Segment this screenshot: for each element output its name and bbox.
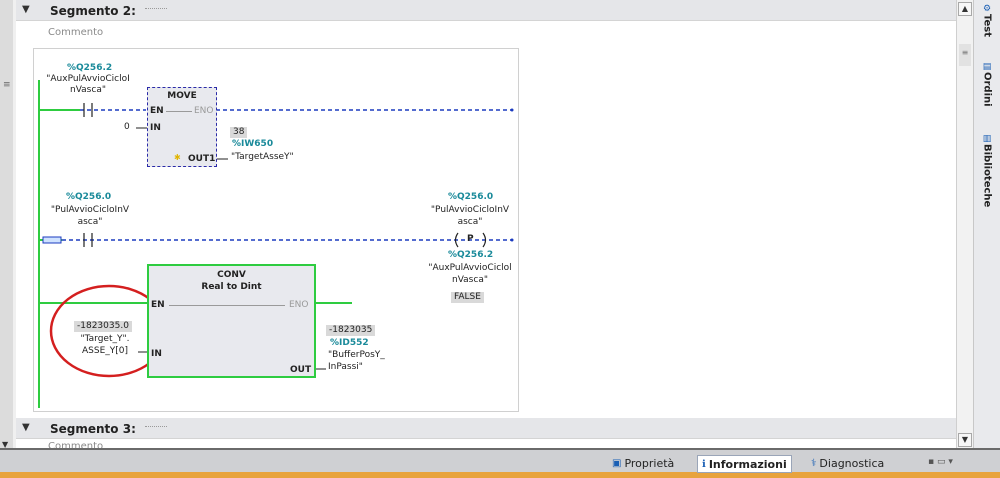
conv-out-pin: OUT bbox=[290, 365, 312, 375]
library-icon: ▥ bbox=[982, 134, 992, 144]
conv-en-pin: EN bbox=[151, 300, 165, 310]
move-out-value: 38 bbox=[230, 127, 248, 138]
rung-2-end-dot bbox=[510, 238, 514, 242]
coil-symbol-line1[interactable]: "PulAvvioCicloInV bbox=[424, 206, 516, 215]
conv-in-pin: IN bbox=[151, 349, 162, 359]
coil-type-label: P bbox=[467, 234, 474, 244]
tab-ordini[interactable]: ▤ Ordini bbox=[974, 62, 1000, 107]
conv-out-value: -1823035 bbox=[326, 325, 376, 336]
tab-diagnostica[interactable]: ⚕ Diagnostica bbox=[807, 455, 888, 471]
conv-out-address[interactable]: %ID552 bbox=[330, 339, 369, 348]
coil-symbol-line2[interactable]: asca" bbox=[424, 218, 516, 227]
move-out-symbol[interactable]: "TargetAsseY" bbox=[231, 153, 294, 162]
tab-biblioteche[interactable]: ▥ Biblioteche bbox=[974, 134, 1000, 207]
move-en-eno-line bbox=[166, 111, 192, 112]
move-block[interactable]: MOVE EN ENO IN ✱ OUT1 bbox=[147, 87, 217, 167]
diagnostics-icon: ⚕ bbox=[811, 457, 817, 469]
conv-subtitle: Real to Dint bbox=[201, 282, 262, 292]
tab-test-label: Test bbox=[981, 14, 993, 38]
coil-address[interactable]: %Q256.0 bbox=[448, 193, 493, 202]
tab-ordini-label: Ordini bbox=[981, 72, 993, 107]
conv-in-symbol-line1[interactable]: "Target_Y". bbox=[60, 335, 150, 344]
segment-3-title-field[interactable] bbox=[145, 426, 167, 427]
add-output-icon[interactable]: ✱ bbox=[174, 154, 181, 162]
contact-2-symbol-line1[interactable]: "PulAvvioCicloInV bbox=[44, 206, 136, 215]
contact-2-symbol-line2[interactable]: asca" bbox=[44, 218, 136, 227]
scroll-up-icon[interactable]: ▲ bbox=[958, 2, 972, 16]
tab-proprieta-label: Proprietà bbox=[624, 456, 675, 470]
rung-2-selected-wire bbox=[42, 236, 62, 244]
rung-1-end-dot bbox=[510, 108, 514, 112]
tab-proprieta[interactable]: ▣ Proprietà bbox=[608, 455, 678, 471]
tab-test[interactable]: ⚙ Test bbox=[974, 4, 1000, 37]
tab-informazioni-label: Informazioni bbox=[708, 457, 787, 471]
coil-aux-symbol-line2[interactable]: nVasca" bbox=[424, 276, 516, 285]
contact-2-address[interactable]: %Q256.0 bbox=[66, 193, 111, 202]
scroll-thumb[interactable]: ≡ bbox=[959, 44, 971, 66]
conv-block[interactable]: CONV Real to Dint EN ENO IN OUT bbox=[147, 264, 316, 378]
move-in-value[interactable]: 0 bbox=[124, 123, 130, 132]
move-en-pin: EN bbox=[150, 106, 164, 116]
conv-in-symbol-line2[interactable]: ASSE_Y[0] bbox=[60, 347, 150, 356]
conv-en-eno-line bbox=[169, 305, 285, 306]
contact-1-address[interactable]: %Q256.2 bbox=[67, 64, 112, 73]
coil-state-value: FALSE bbox=[451, 292, 484, 303]
conv-in-value: -1823035.0 bbox=[74, 321, 132, 332]
segment-3-title: Segmento 3: bbox=[50, 422, 136, 436]
coil-aux-address[interactable]: %Q256.2 bbox=[448, 251, 493, 260]
conv-out-symbol-line2[interactable]: InPassi" bbox=[328, 363, 363, 372]
tab-diagnostica-label: Diagnostica bbox=[819, 456, 885, 470]
properties-icon: ▣ bbox=[612, 457, 622, 469]
orders-icon: ▤ bbox=[982, 62, 992, 72]
info-icon: ℹ bbox=[702, 458, 706, 470]
test-icon: ⚙ bbox=[982, 4, 992, 14]
collapse-triangle-icon[interactable]: ▼ bbox=[22, 422, 30, 433]
move-in-pin: IN bbox=[150, 123, 161, 133]
move-out-pin: OUT1 bbox=[188, 154, 216, 164]
task-card-tabs: ⚙ Test ▤ Ordini ▥ Biblioteche bbox=[973, 0, 1000, 448]
contact-1-symbol-line1[interactable]: "AuxPulAvvioCicloI bbox=[44, 75, 132, 84]
segment-3-header[interactable]: ▼ Segmento 3: bbox=[16, 418, 956, 439]
move-title: MOVE bbox=[167, 91, 197, 101]
tab-biblioteche-label: Biblioteche bbox=[981, 144, 993, 208]
coil-aux-symbol-line1[interactable]: "AuxPulAvvioCiclol bbox=[424, 264, 516, 273]
conv-title: CONV bbox=[217, 270, 246, 280]
vertical-scrollbar[interactable]: ▲ ≡ ▼ bbox=[956, 0, 974, 448]
conv-eno-pin: ENO bbox=[289, 300, 309, 310]
tab-informazioni[interactable]: ℹ Informazioni bbox=[697, 455, 792, 473]
move-eno-pin: ENO bbox=[194, 106, 214, 116]
scroll-down-icon[interactable]: ▼ bbox=[958, 433, 972, 447]
inspector-accent bbox=[0, 472, 1000, 478]
conv-out-symbol-line1[interactable]: "BufferPosY_ bbox=[328, 351, 385, 360]
move-out-address[interactable]: %IW650 bbox=[232, 140, 273, 149]
window-controls-icon[interactable]: ▪ ▭ ▾ bbox=[928, 458, 953, 467]
contact-1-symbol-line2[interactable]: nVasca" bbox=[44, 86, 132, 95]
